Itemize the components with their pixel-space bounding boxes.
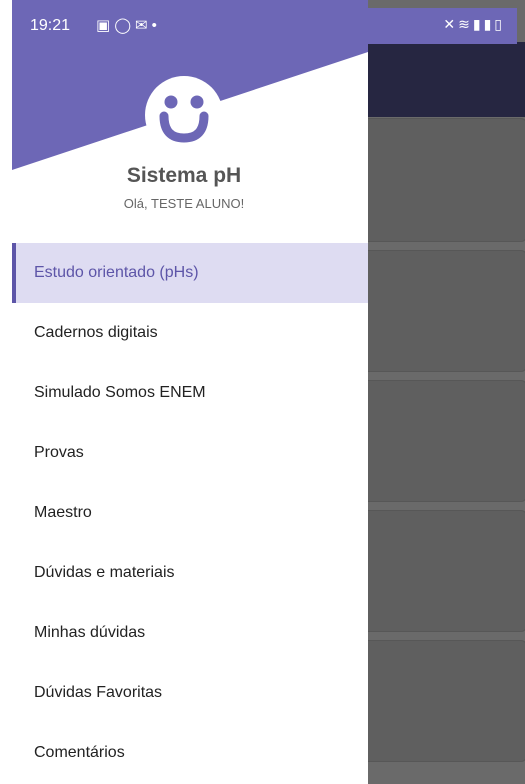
battery-icon: ▯ [494, 16, 505, 32]
menu-item-label: Maestro [34, 504, 92, 521]
drawer-menu: Estudo orientado (pHs) Cadernos digitais… [12, 243, 368, 783]
menu-item-label: Dúvidas e materiais [34, 564, 175, 581]
menu-item-label: Provas [34, 444, 84, 461]
app-name: Sistema pH [126, 164, 242, 187]
menu-item-cadernos-digitais[interactable]: Cadernos digitais [12, 303, 368, 363]
notification-icons: ▣◯✉• [96, 16, 161, 34]
menu-item-comentarios[interactable]: Comentários [12, 723, 368, 783]
mute-icon: ✕ [443, 16, 459, 32]
smiley-logo-icon [145, 76, 223, 154]
menu-item-label: Estudo orientado (pHs) [34, 264, 199, 281]
signal-icon: ▮ [472, 16, 484, 32]
menu-item-label: Comentários [34, 744, 125, 761]
user-greeting: Olá, TESTE ALUNO! [123, 196, 245, 211]
status-bar: 19:21 ▣◯✉• ✕≋▮▮▯ [12, 8, 517, 44]
menu-item-maestro[interactable]: Maestro [12, 483, 368, 543]
menu-item-duvidas-favoritas[interactable]: Dúvidas Favoritas [12, 663, 368, 723]
gmail-icon: ✉ [134, 17, 152, 34]
menu-item-label: Dúvidas Favoritas [34, 684, 163, 701]
menu-item-estudo-orientado[interactable]: Estudo orientado (pHs) [12, 243, 368, 303]
menu-item-label: Cadernos digitais [34, 324, 158, 341]
menu-item-minhas-duvidas[interactable]: Minhas dúvidas [12, 603, 368, 663]
gallery-icon: ▣ [96, 17, 115, 34]
menu-item-label: Simulado Somos ENEM [34, 384, 206, 401]
menu-item-simulado-somos-enem[interactable]: Simulado Somos ENEM [12, 363, 368, 423]
status-time: 19:21 [30, 17, 71, 34]
dot-icon: • [151, 17, 161, 34]
system-icons: ✕≋▮▮▯ [443, 16, 505, 33]
navigation-drawer: Sistema pH Olá, TESTE ALUNO! Estudo orie… [0, 0, 368, 784]
whatsapp-icon: ◯ [114, 17, 135, 34]
menu-item-duvidas-e-materiais[interactable]: Dúvidas e materiais [12, 543, 368, 603]
signal-icon: ▮ [483, 16, 495, 32]
wifi-icon: ≋ [458, 16, 473, 32]
menu-item-label: Minhas dúvidas [34, 624, 146, 641]
menu-item-provas[interactable]: Provas [12, 423, 368, 483]
